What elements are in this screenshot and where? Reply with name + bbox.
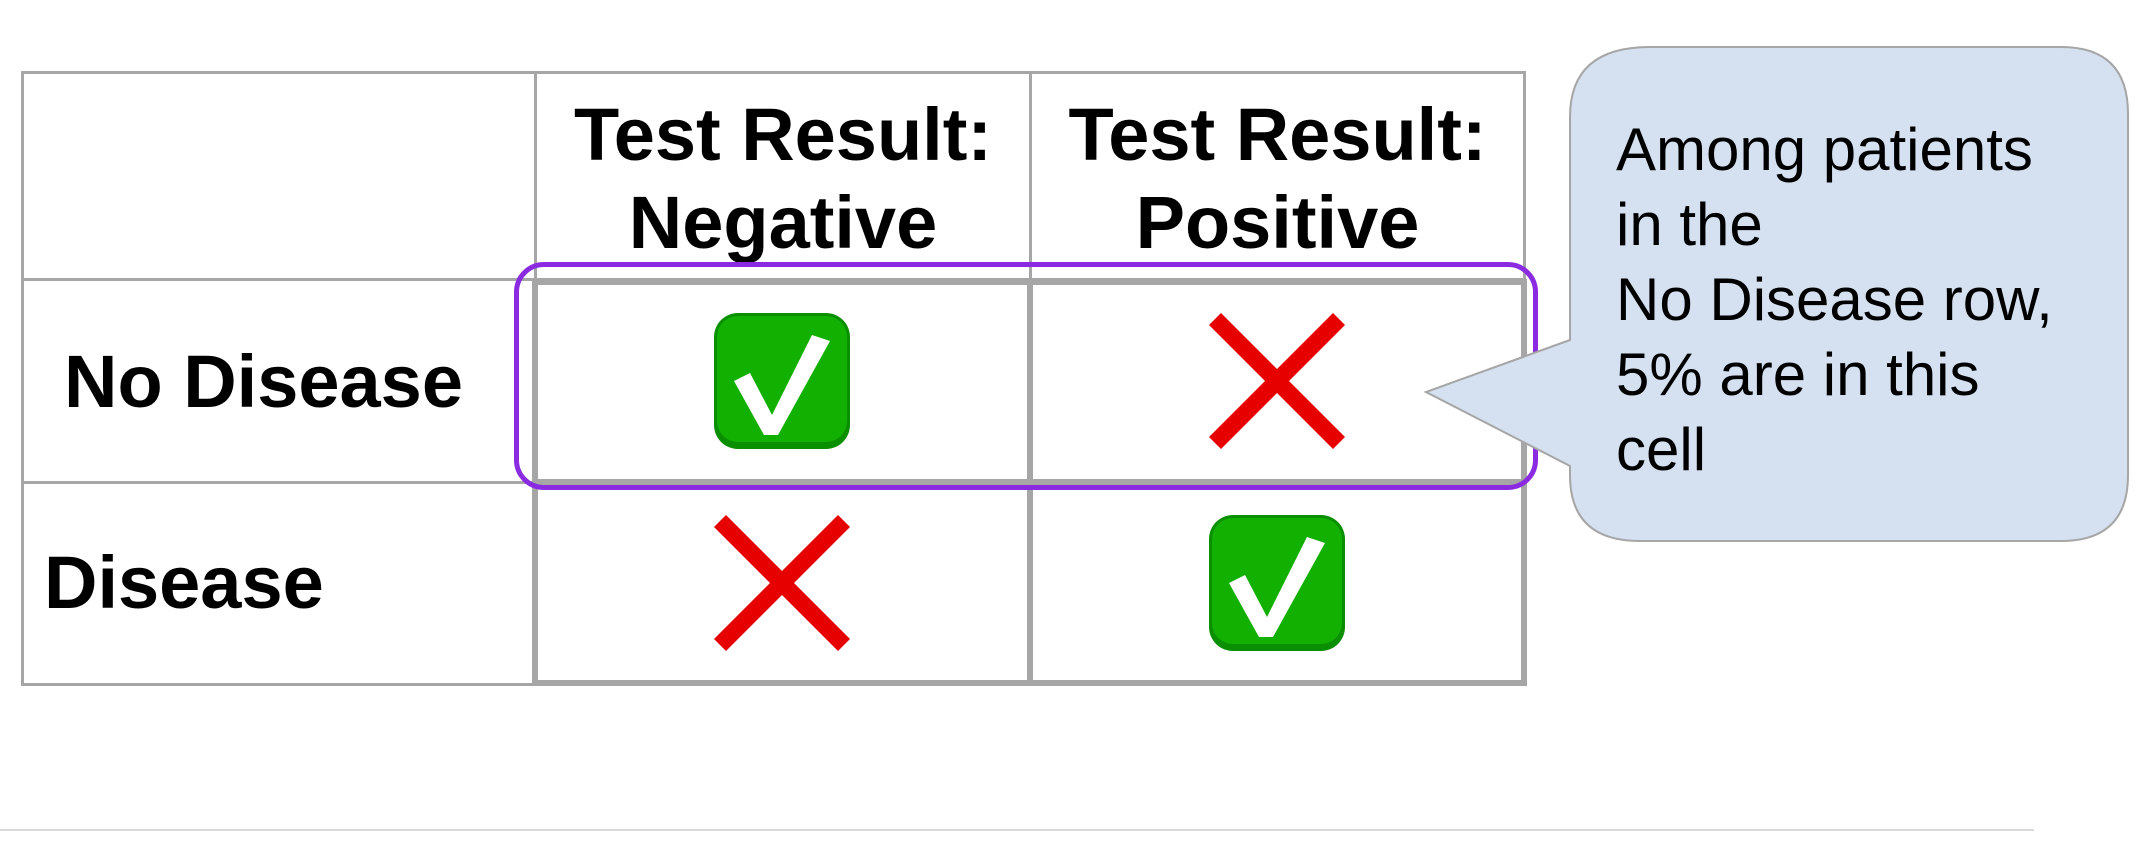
bottom-divider <box>0 829 2034 831</box>
callout-text: Among patients in the No Disease row, 5%… <box>1616 116 2053 483</box>
